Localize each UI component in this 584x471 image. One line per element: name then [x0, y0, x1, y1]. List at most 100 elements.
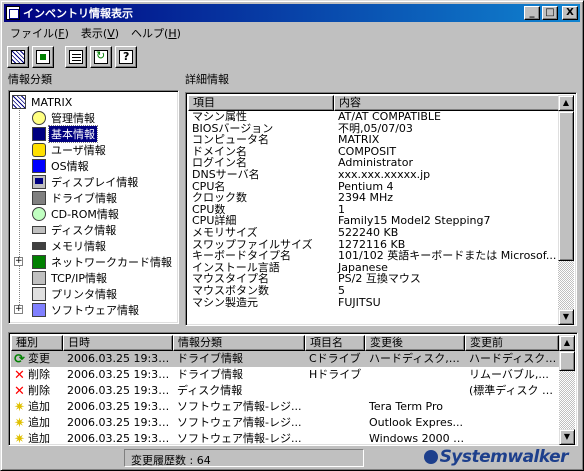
tree-item[interactable]: + ネットワークカード情報 — [12, 254, 178, 270]
column-content[interactable]: 内容 — [334, 95, 560, 111]
tree-item-label: ディスク情報 — [51, 224, 117, 237]
history-row[interactable]: ✷ 追加 2006.03.25 19:38:59 ソフトウェア情報-レジ... Tera… — [11, 399, 559, 415]
detail-row[interactable]: CPU数 1 — [188, 204, 560, 216]
history-before-cell: リムーバブル,... — [469, 368, 549, 381]
detail-row[interactable]: CPU名 Pentium 4 — [188, 181, 560, 193]
refresh-button[interactable] — [90, 46, 112, 68]
column-item[interactable]: 項目 — [188, 95, 334, 111]
tree-item[interactable]: メモリ情報 — [12, 238, 178, 254]
detail-content-cell: 2394 MHz — [338, 192, 394, 204]
tree-item[interactable]: + ソフトウェア情報 — [12, 302, 178, 318]
history-list[interactable]: 種別 日時 情報分類 項目名 変更後 変更前 ⟳ 変更 2006.03.25 19:… — [8, 332, 578, 446]
network-button[interactable] — [32, 46, 54, 68]
tree-item[interactable]: ディスク情報 — [12, 222, 178, 238]
detail-row[interactable]: CPU詳細 Family15 Model2 Stepping7 — [188, 215, 560, 227]
detail-row[interactable]: マシン製造元 FUJITSU — [188, 297, 560, 309]
scroll-up-button[interactable]: ▲ — [558, 95, 574, 111]
history-type-cell: ✷ 追加 — [11, 415, 63, 431]
column-item-name[interactable]: 項目名 — [305, 335, 365, 351]
detail-row[interactable]: ドメイン名 COMPOSIT — [188, 146, 560, 158]
detail-row[interactable]: コンピュータ名 MATRIX — [188, 134, 560, 146]
scroll-down-button[interactable]: ▼ — [558, 309, 574, 325]
history-item-cell — [305, 383, 365, 399]
detail-list[interactable]: 項目 内容 マシン属性 AT/AT COMPATIBLE BIOSバージョン 不明,0… — [185, 92, 577, 326]
detail-content-cell: Pentium 4 — [338, 180, 394, 193]
history-row[interactable]: ✕ 削除 2006.03.25 19:38:59 ドライブ情報 Hドライブ リムーバブル,… — [11, 367, 559, 383]
detail-header: 項目 内容 — [188, 95, 560, 111]
detail-scrollbar[interactable]: ▲ ▼ — [558, 95, 574, 325]
menu-file[interactable]: ファイル(F) — [4, 23, 75, 41]
detail-row[interactable]: クロック数 2394 MHz — [188, 192, 560, 204]
tree-root[interactable]: MATRIX — [12, 94, 178, 110]
history-type-label: 変更 — [28, 352, 50, 365]
detail-row[interactable]: スワップファイルサイズ 1272116 KB — [188, 239, 560, 251]
tree-item[interactable]: プリンタ情報 — [12, 286, 178, 302]
detail-row[interactable]: マウスタイプ名 PS/2 互換マウス — [188, 273, 560, 285]
history-row[interactable]: ✕ 削除 2006.03.25 19:38:59 ディスク情報 (標準ディスク ド... — [11, 383, 559, 399]
network-icon — [36, 50, 50, 64]
detail-item-cell: ログイン名 — [192, 157, 247, 169]
tree-item-label: 基本情報 — [48, 125, 98, 143]
detail-row[interactable]: ログイン名 Administrator — [188, 157, 560, 169]
minimize-button[interactable]: _ — [524, 6, 540, 20]
maximize-button[interactable]: □ — [542, 6, 558, 20]
detail-row[interactable]: マウスボタン数 5 — [188, 285, 560, 297]
sw-icon — [32, 303, 46, 317]
detail-item-cell: マウスボタン数 — [192, 284, 269, 297]
tree-item[interactable]: CD-ROM情報 — [12, 206, 178, 222]
detail-content-cell: 1 — [338, 203, 345, 216]
list-button[interactable] — [65, 46, 87, 68]
history-datetime-cell: 2006.03.25 19:38:59 — [67, 368, 173, 381]
column-category[interactable]: 情報分類 — [173, 335, 305, 351]
history-scroll-up-button[interactable]: ▲ — [559, 335, 575, 351]
history-scroll-down-button[interactable]: ▼ — [559, 429, 575, 445]
detail-item-cell: マシン製造元 — [192, 296, 258, 309]
history-row[interactable]: ✷ 追加 2006.03.25 19:38:59 ソフトウェア情報-レジ... Wind… — [11, 431, 559, 445]
column-after[interactable]: 変更後 — [365, 335, 465, 351]
tree-item[interactable]: TCP/IP情報 — [12, 270, 178, 286]
tree-item[interactable]: 基本情報 — [12, 125, 178, 143]
detail-item-cell: コンピュータ名 — [192, 134, 269, 146]
detail-row[interactable]: BIOSバージョン 不明,05/07/03 — [188, 123, 560, 135]
history-type-label: 削除 — [28, 384, 50, 397]
category-tree[interactable]: MATRIX 管理情報 基本情報 ユーザ情報 OS情報 ディスプレイ情報 ドライブ情報 CD… — [8, 90, 179, 324]
history-scrollbar[interactable]: ▲ ▼ — [559, 335, 575, 445]
menu-view[interactable]: 表示(V) — [75, 23, 125, 41]
detail-row[interactable]: インストール言語 Japanese — [188, 262, 560, 274]
history-type-label: 追加 — [28, 416, 50, 429]
detail-row[interactable]: キーボードタイプ名 101/102 英語キーボードまたは Microsof... — [188, 250, 560, 262]
expand-icon[interactable]: + — [14, 305, 23, 314]
column-datetime[interactable]: 日時 — [63, 335, 173, 351]
detail-row[interactable]: メモリサイズ 522240 KB — [188, 227, 560, 239]
change-history-count: 変更履歴数 : 64 — [124, 449, 364, 467]
inventory-button[interactable] — [7, 46, 29, 68]
detail-row[interactable]: DNSサーバ名 xxx.xxx.xxxxx.jp — [188, 169, 560, 181]
tree-item[interactable]: ディスプレイ情報 — [12, 174, 178, 190]
os-icon — [32, 159, 46, 173]
tree-item[interactable]: OS情報 — [12, 158, 178, 174]
history-scroll-thumb[interactable] — [559, 351, 575, 371]
tree-item[interactable]: 管理情報 — [12, 110, 178, 126]
history-before-cell: (標準ディスク ド... — [469, 384, 559, 397]
history-type-cell: ✷ 追加 — [11, 399, 63, 415]
history-row[interactable]: ⟳ 変更 2006.03.25 19:38:59 ドライブ情報 Cドライブ ハードディスク… — [11, 351, 559, 367]
history-header: 種別 日時 情報分類 項目名 変更後 変更前 — [11, 335, 559, 351]
column-before[interactable]: 変更前 — [465, 335, 559, 351]
history-row[interactable]: ✷ 追加 2006.03.25 19:38:59 ソフトウェア情報-レジ... Outl… — [11, 415, 559, 431]
detail-row[interactable]: マシン属性 AT/AT COMPATIBLE — [188, 111, 560, 123]
title-bar[interactable]: インベントリ情報表示 _ □ X — [4, 4, 580, 22]
tree-item[interactable]: ドライブ情報 — [12, 190, 178, 206]
detail-rows: マシン属性 AT/AT COMPATIBLE BIOSバージョン 不明,05/07/0… — [188, 111, 560, 308]
close-button[interactable]: X — [562, 6, 578, 20]
history-datetime-cell: 2006.03.25 19:38:59 — [67, 384, 173, 397]
cd-icon — [32, 207, 46, 221]
tree-item[interactable]: ユーザ情報 — [12, 142, 178, 158]
expand-icon[interactable]: + — [14, 257, 23, 266]
net-icon — [32, 255, 46, 269]
help-button[interactable] — [115, 46, 137, 68]
scroll-thumb[interactable] — [558, 111, 574, 261]
menu-help[interactable]: ヘルプ(H) — [125, 23, 187, 41]
column-type[interactable]: 種別 — [11, 335, 63, 351]
list-icon — [69, 50, 83, 64]
detail-item-cell: DNSサーバ名 — [192, 168, 260, 181]
